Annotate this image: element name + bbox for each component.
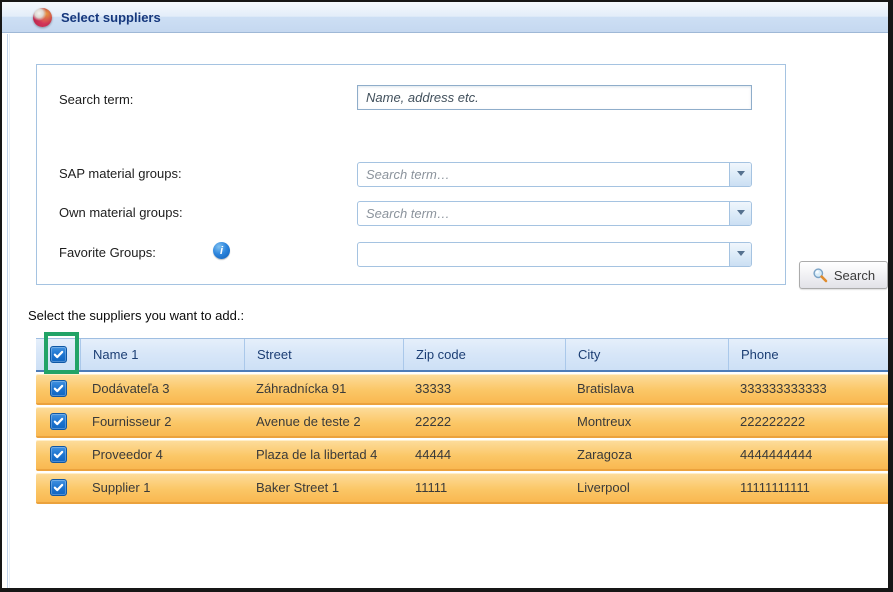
search-icon [812,267,828,283]
table-caption: Select the suppliers you want to add.: [28,308,244,323]
title-bar: Select suppliers [2,2,888,33]
checkmark-icon [53,416,64,427]
checkmark-icon [53,349,64,360]
own-material-groups-dropdown[interactable]: Search term… [357,201,752,226]
cell-name: Fournisseur 2 [80,407,244,436]
cell-city: Zaragoza [565,440,728,469]
chevron-down-icon [737,210,745,219]
select-suppliers-dialog: Select suppliers Search term: SAP materi… [0,0,893,592]
cell-street: Avenue de teste 2 [244,407,403,436]
window-inner-frame-line [7,34,10,588]
chevron-down-icon [737,171,745,180]
row-checkbox-cell [36,440,80,469]
column-header-name[interactable]: Name 1 [80,339,244,370]
table-row[interactable]: Proveedor 4 Plaza de la libertad 4 44444… [36,440,889,471]
cell-phone: 333333333333 [728,374,889,403]
cell-phone: 4444444444 [728,440,889,469]
favorite-groups-label: Favorite Groups: [59,245,156,261]
cell-city: Bratislava [565,374,728,403]
column-header-city[interactable]: City [565,339,728,370]
cell-name: Proveedor 4 [80,440,244,469]
row-checkbox-cell [36,473,80,502]
sap-material-groups-label: SAP material groups: [59,166,182,182]
checkmark-icon [53,449,64,460]
row-checkbox-cell [36,374,80,403]
row-checkbox[interactable] [50,413,67,430]
checkmark-icon [53,482,64,493]
favorite-groups-placeholder [358,243,729,266]
checkmark-icon [53,383,64,394]
cell-zip: 22222 [403,407,565,436]
column-header-zip[interactable]: Zip code [403,339,565,370]
table-row[interactable]: Supplier 1 Baker Street 1 11111 Liverpoo… [36,473,889,504]
favorite-groups-dropdown-button[interactable] [729,243,751,266]
cell-city: Liverpool [565,473,728,502]
search-term-label: Search term: [59,92,133,108]
table-row[interactable]: Dodávateľa 3 Záhradnícka 91 33333 Bratis… [36,374,889,405]
row-checkbox[interactable] [50,380,67,397]
search-button[interactable]: Search [799,261,888,289]
suppliers-table-body: Dodávateľa 3 Záhradnícka 91 33333 Bratis… [36,374,889,506]
cell-name: Supplier 1 [80,473,244,502]
own-material-groups-placeholder: Search term… [358,202,729,225]
cell-zip: 44444 [403,440,565,469]
cell-zip: 33333 [403,374,565,403]
select-all-checkbox[interactable] [50,346,67,363]
chevron-down-icon [737,251,745,260]
window-title: Select suppliers [61,10,161,25]
search-panel: Search term: SAP material groups: Search… [36,64,786,285]
own-material-groups-label: Own material groups: [59,205,183,221]
app-logo-icon [33,8,52,27]
cell-street: Záhradnícka 91 [244,374,403,403]
table-row[interactable]: Fournisseur 2 Avenue de teste 2 22222 Mo… [36,407,889,438]
own-material-groups-dropdown-button[interactable] [729,202,751,225]
cell-phone: 222222222 [728,407,889,436]
select-all-header-cell [36,339,80,370]
cell-city: Montreux [565,407,728,436]
cell-name: Dodávateľa 3 [80,374,244,403]
search-term-input[interactable] [357,85,752,110]
favorite-groups-dropdown[interactable] [357,242,752,267]
cell-phone: 11111111111 [728,473,889,502]
info-icon[interactable]: i [213,242,230,259]
column-header-street[interactable]: Street [244,339,403,370]
sap-material-groups-placeholder: Search term… [358,163,729,186]
row-checkbox[interactable] [50,479,67,496]
cell-street: Baker Street 1 [244,473,403,502]
cell-street: Plaza de la libertad 4 [244,440,403,469]
search-button-label: Search [834,268,875,283]
suppliers-table-header: Name 1 Street Zip code City Phone [36,338,889,372]
column-header-phone[interactable]: Phone [728,339,889,370]
sap-material-groups-dropdown-button[interactable] [729,163,751,186]
cell-zip: 11111 [403,473,565,502]
sap-material-groups-dropdown[interactable]: Search term… [357,162,752,187]
row-checkbox[interactable] [50,446,67,463]
row-checkbox-cell [36,407,80,436]
